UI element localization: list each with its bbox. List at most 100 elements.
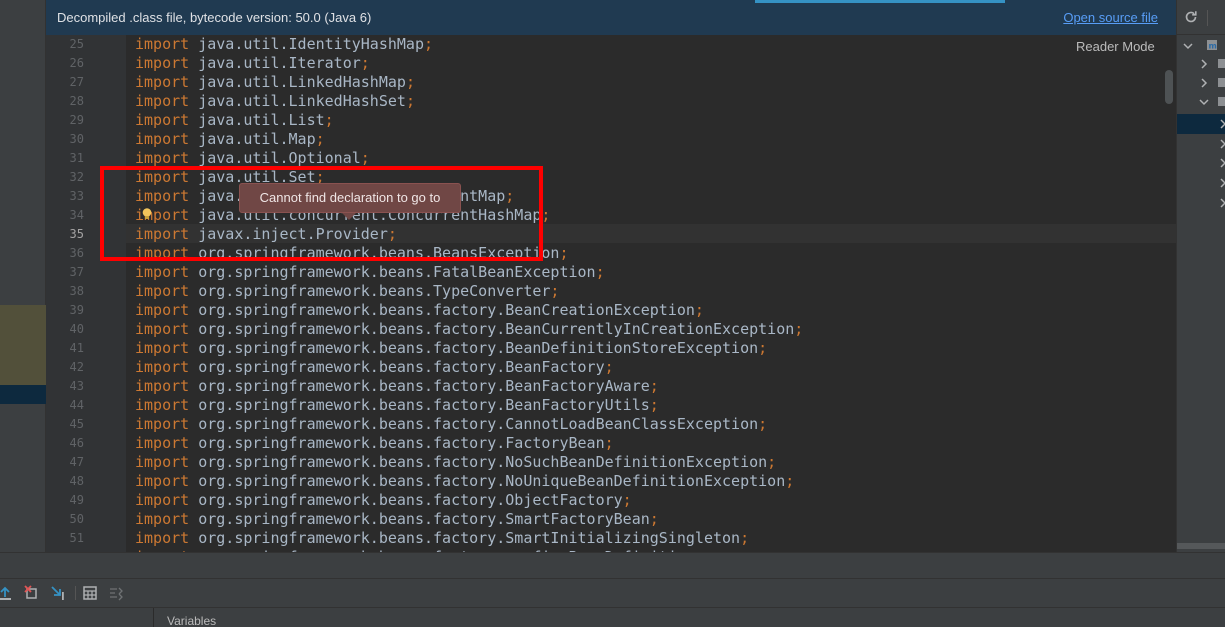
code-line[interactable]: import org.springframework.beans.factory… — [135, 529, 749, 548]
trace-stream-icon[interactable] — [108, 585, 124, 601]
import-path[interactable]: org.springframework.beans.factory.BeanCr… — [198, 301, 695, 319]
tree-row-folder-expanded[interactable] — [1177, 92, 1225, 112]
tree-row[interactable] — [1177, 134, 1225, 154]
chevron-right-icon[interactable] — [1217, 118, 1225, 130]
code-editor[interactable]: import java.util.IdentityHashMap; import … — [126, 35, 1176, 552]
code-line[interactable]: import org.springframework.beans.factory… — [135, 301, 704, 320]
line-number: 42 — [69, 360, 84, 374]
import-path[interactable]: java.util.Iterator — [198, 54, 361, 72]
import-path[interactable]: org.springframework.beans.factory.NoSuch… — [198, 453, 767, 471]
tree-row[interactable] — [1177, 153, 1225, 173]
import-path[interactable]: java.util.List — [198, 111, 324, 129]
import-path[interactable]: org.springframework.beans.factory.BeanFa… — [198, 358, 604, 376]
keyword-import: import — [135, 282, 190, 300]
chevron-right-icon[interactable] — [1217, 177, 1225, 189]
line-number: 49 — [69, 493, 84, 507]
semicolon: ; — [758, 415, 768, 433]
import-path[interactable]: java.util.Map — [198, 130, 315, 148]
keyword-import: import — [135, 377, 190, 395]
import-path[interactable]: org.springframework.beans.TypeConverter — [198, 282, 550, 300]
semicolon: ; — [740, 529, 750, 547]
code-line[interactable]: import java.util.LinkedHashSet; — [135, 92, 415, 111]
left-panel-selected-row[interactable] — [0, 385, 46, 404]
code-line[interactable]: import org.springframework.beans.TypeCon… — [135, 282, 559, 301]
semicolon: ; — [550, 282, 560, 300]
folder-icon — [1218, 78, 1225, 87]
debug-panel-header — [0, 552, 1225, 578]
code-line[interactable]: import org.springframework.beans.factory… — [135, 320, 803, 339]
code-line[interactable]: import org.springframework.beans.factory… — [135, 339, 767, 358]
semicolon: ; — [767, 453, 777, 471]
drop-frame-icon[interactable] — [24, 585, 40, 601]
keyword-import: import — [135, 73, 190, 91]
code-line[interactable]: import org.springframework.beans.factory… — [135, 434, 614, 453]
chevron-down-icon[interactable] — [1182, 40, 1194, 52]
code-line[interactable]: import org.springframework.beans.factory… — [135, 415, 767, 434]
semicolon: ; — [604, 434, 614, 452]
line-number: 37 — [69, 265, 84, 279]
import-path[interactable]: org.springframework.beans.factory.Cannot… — [198, 415, 758, 433]
semicolon: ; — [405, 92, 415, 110]
import-path[interactable]: org.springframework.beans.factory.BeanFa… — [198, 396, 650, 414]
code-line[interactable]: import java.util.LinkedHashMap; — [135, 73, 415, 92]
tree-row-folder[interactable] — [1177, 54, 1225, 74]
code-line[interactable]: import org.springframework.beans.factory… — [135, 377, 659, 396]
import-path[interactable]: org.springframework.beans.factory.Object… — [198, 491, 622, 509]
import-path[interactable]: java.util.IdentityHashMap — [198, 35, 424, 53]
import-path[interactable]: java.util.LinkedHashSet — [198, 92, 406, 110]
line-number: 44 — [69, 398, 84, 412]
code-line[interactable]: import java.util.Map; — [135, 130, 325, 149]
import-path[interactable]: org.springframework.beans.factory.BeanFa… — [198, 377, 650, 395]
code-line[interactable]: import org.springframework.beans.factory… — [135, 358, 614, 377]
code-line[interactable]: import org.springframework.beans.factory… — [135, 453, 776, 472]
refresh-icon[interactable] — [1184, 10, 1198, 24]
import-path[interactable]: java.util.LinkedHashMap — [198, 73, 406, 91]
line-number-gutter[interactable]: 25 26 27 28 29 30 31 32 33 34 35 36 37 38 39 40 41 42 43 44… — [46, 35, 126, 552]
import-path[interactable]: org.springframework.beans.factory.BeanCu… — [198, 320, 794, 338]
reader-mode-button[interactable]: Reader Mode — [1076, 39, 1155, 54]
code-line[interactable]: import org.springframework.beans.factory… — [135, 396, 659, 415]
keyword-import: import — [135, 301, 190, 319]
code-line[interactable]: import org.springframework.beans.factory… — [135, 510, 659, 529]
chevron-right-icon[interactable] — [1198, 58, 1210, 70]
import-path[interactable]: org.springframework.beans.factory.NoUniq… — [198, 472, 785, 490]
run-to-cursor-icon[interactable] — [50, 585, 66, 601]
keyword-import: import — [135, 54, 190, 72]
semicolon: ; — [758, 339, 768, 357]
semicolon: ; — [694, 301, 704, 319]
import-path[interactable]: org.springframework.beans.FatalBeanExcep… — [198, 263, 595, 281]
code-line[interactable]: import java.util.IdentityHashMap; — [135, 35, 433, 54]
chevron-right-icon[interactable] — [1198, 77, 1210, 89]
import-path[interactable]: java.util.Optional — [198, 149, 361, 167]
chevron-right-icon[interactable] — [1217, 197, 1225, 209]
chevron-right-icon[interactable] — [1217, 157, 1225, 169]
editor-scrollbar-thumb[interactable] — [1165, 70, 1173, 104]
import-path[interactable]: org.springframework.beans.factory.BeanDe… — [198, 339, 758, 357]
chevron-right-icon[interactable] — [1217, 138, 1225, 150]
tree-row-selected[interactable] — [1177, 114, 1225, 134]
semicolon: ; — [622, 491, 632, 509]
tree-row[interactable] — [1177, 173, 1225, 193]
import-path[interactable]: org.springframework.beans.factory.SmartF… — [198, 510, 650, 528]
project-panel-hscrollbar[interactable] — [1177, 543, 1225, 549]
decompiled-banner: Decompiled .class file, bytecode version… — [46, 0, 1176, 35]
code-line[interactable]: import java.util.List; — [135, 111, 334, 130]
code-line[interactable]: import java.util.Iterator; — [135, 54, 370, 73]
open-source-file-link[interactable]: Open source file — [1063, 10, 1158, 25]
toolbar-separator — [1207, 10, 1208, 26]
evaluate-expression-icon[interactable] — [82, 585, 98, 601]
code-line[interactable]: import org.springframework.beans.factory… — [135, 491, 632, 510]
step-out-icon[interactable] — [0, 585, 13, 601]
import-path[interactable]: org.springframework.beans.factory.Factor… — [198, 434, 604, 452]
tab-variables[interactable]: Variables — [167, 614, 216, 627]
tree-row-module[interactable]: m — [1177, 36, 1225, 56]
import-path[interactable]: org.springframework.beans.factory.SmartI… — [198, 529, 740, 547]
tree-row[interactable] — [1177, 193, 1225, 213]
code-line[interactable]: import org.springframework.beans.FatalBe… — [135, 263, 605, 282]
tree-row-folder[interactable] — [1177, 73, 1225, 93]
keyword-import: import — [135, 339, 190, 357]
line-number: 35 — [69, 227, 84, 241]
code-line[interactable]: import org.springframework.beans.factory… — [135, 472, 794, 491]
chevron-down-icon[interactable] — [1198, 96, 1210, 108]
line-number: 31 — [69, 151, 84, 165]
